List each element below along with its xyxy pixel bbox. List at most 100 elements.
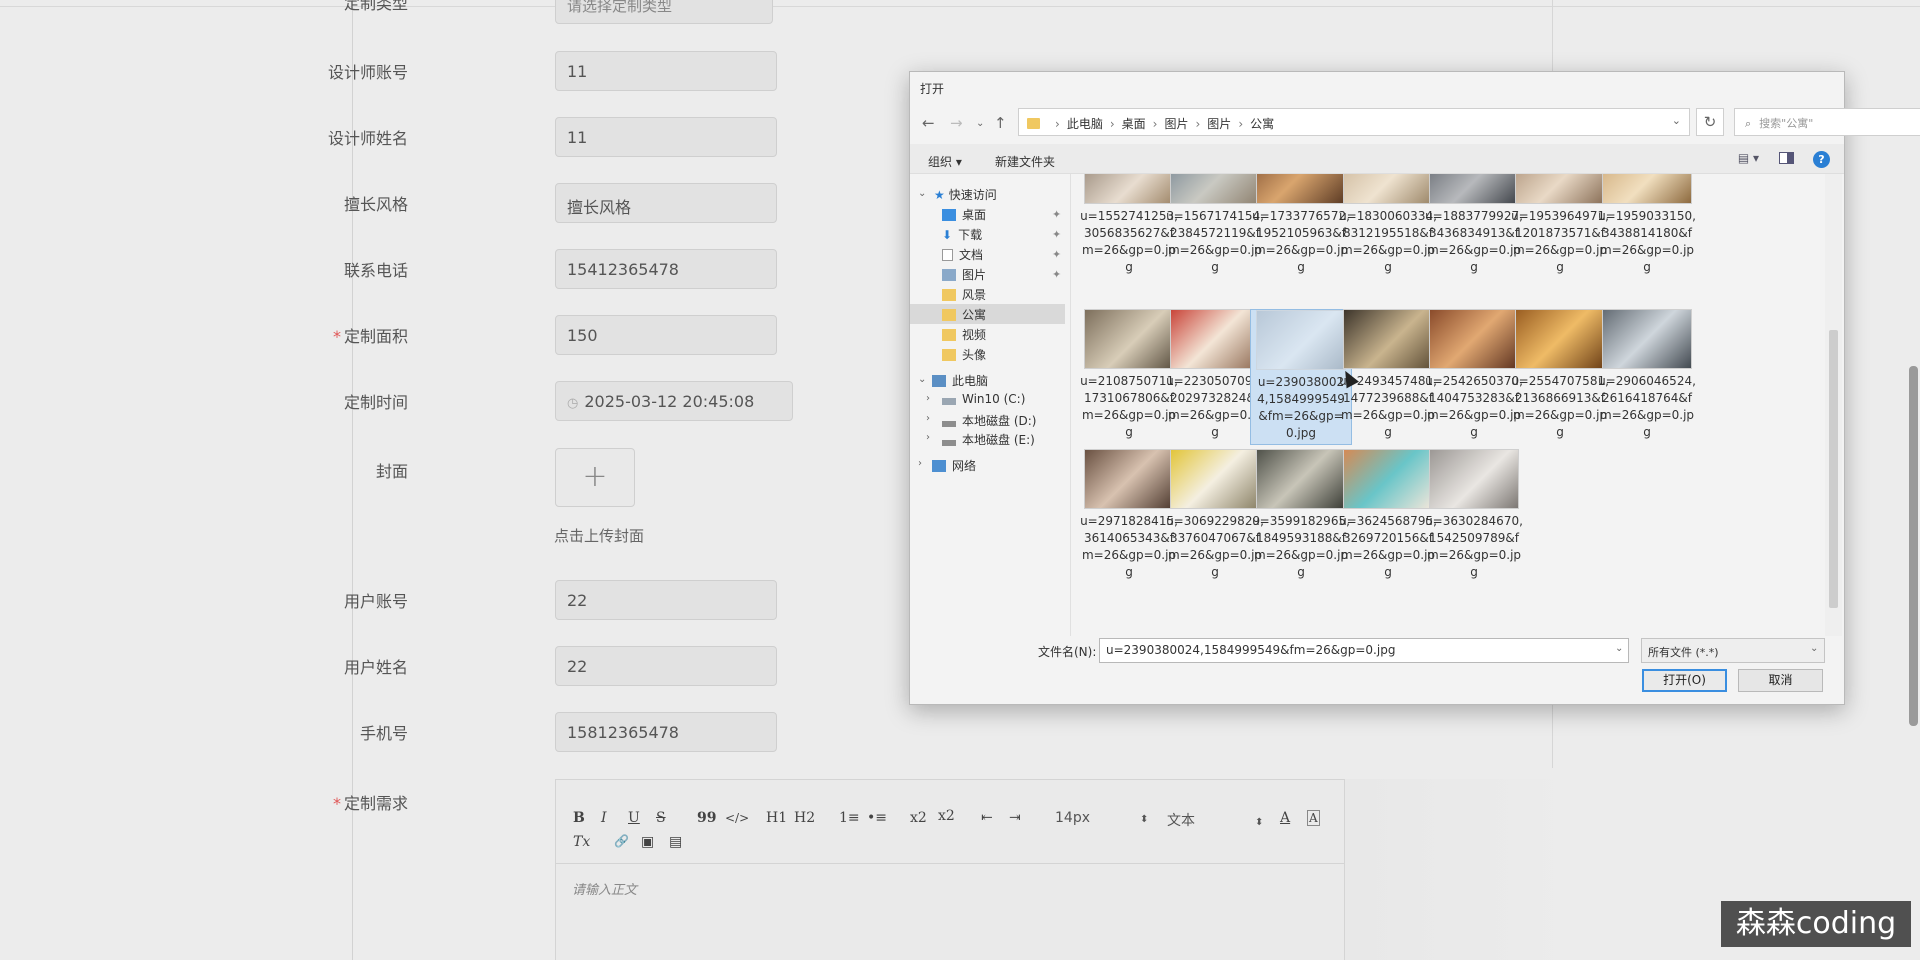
folder-icon bbox=[942, 329, 956, 341]
strike-button[interactable]: S bbox=[656, 810, 666, 826]
nav-item-label: 文档 bbox=[959, 248, 984, 262]
breadcrumb-item[interactable]: 此电脑 bbox=[1067, 117, 1103, 131]
phone-label: 联系电话 bbox=[343, 261, 408, 280]
breadcrumb-item[interactable]: 桌面 bbox=[1122, 117, 1146, 131]
link-button[interactable]: 🔗 bbox=[614, 834, 629, 848]
filetype-select[interactable]: 所有文件 (*.*) bbox=[1641, 638, 1825, 663]
font-select[interactable]: 文本 ⬍ bbox=[1167, 810, 1263, 830]
header2-button[interactable]: H2 bbox=[794, 810, 815, 826]
clock-icon: ◷ bbox=[567, 396, 579, 411]
preview-pane-icon[interactable] bbox=[1779, 152, 1794, 164]
nav-item-label: 本地磁盘 (E:) bbox=[962, 433, 1035, 447]
nav-item-scenery[interactable]: 风景 bbox=[942, 286, 986, 303]
chevron-down-icon[interactable]: ⌄ bbox=[1615, 643, 1623, 654]
refresh-icon[interactable]: ↻ bbox=[1696, 108, 1724, 136]
blockquote-button[interactable]: 99 bbox=[697, 810, 716, 826]
font-size-select[interactable]: 14px ⬍ bbox=[1055, 810, 1148, 826]
nav-item-avatar[interactable]: 头像 bbox=[942, 346, 986, 363]
editor-placeholder[interactable]: 请输入正文 bbox=[572, 879, 637, 898]
underline-button[interactable]: U bbox=[628, 810, 640, 826]
form-row-style: 擅长风格 擅长风格 bbox=[344, 183, 802, 223]
address-bar[interactable]: › 此电脑 › 桌面 › 图片 › 图片 › 公寓 ⌄ bbox=[1018, 108, 1690, 136]
bold-button[interactable]: B bbox=[573, 810, 585, 826]
nav-item-pictures[interactable]: 图片 bbox=[942, 266, 986, 283]
cover-upload-button[interactable]: + bbox=[555, 448, 635, 507]
breadcrumb-item[interactable]: 图片 bbox=[1207, 117, 1231, 131]
video-button[interactable]: ▤ bbox=[669, 834, 682, 850]
filename-input[interactable]: u=2390380024,1584999549&fm=26&gp=0.jpg bbox=[1099, 638, 1629, 663]
indent-button[interactable]: ⇥ bbox=[1009, 810, 1021, 826]
form-row-user-account: 用户账号 22 bbox=[344, 580, 802, 620]
nav-item-videos[interactable]: 视频 bbox=[942, 326, 986, 343]
breadcrumb-item[interactable]: 公寓 bbox=[1250, 117, 1274, 131]
organize-button[interactable]: 组织 ▾ bbox=[928, 153, 962, 170]
image-button[interactable]: ▣ bbox=[641, 834, 654, 850]
subscript-button[interactable]: x2 bbox=[910, 810, 927, 826]
view-options-icon[interactable]: ▤ ▾ bbox=[1738, 151, 1759, 165]
collapse-icon[interactable]: › bbox=[926, 432, 930, 443]
nav-item-drive-e[interactable]: 本地磁盘 (E:) bbox=[942, 431, 1035, 448]
nav-item-drive-d[interactable]: 本地磁盘 (D:) bbox=[942, 412, 1036, 429]
folder-icon bbox=[942, 289, 956, 301]
background-color-button[interactable]: A bbox=[1307, 810, 1320, 826]
nav-item-drive-c[interactable]: Win10 (C:) bbox=[942, 392, 1025, 406]
cover-upload-tip: 点击上传封面 bbox=[554, 527, 645, 545]
editor-overflow bbox=[1345, 779, 1585, 960]
breadcrumb-item[interactable]: 图片 bbox=[1164, 117, 1188, 131]
user-account-input[interactable]: 22 bbox=[555, 580, 777, 620]
open-button[interactable]: 打开(O) bbox=[1642, 669, 1727, 692]
mobile-input[interactable]: 15812365478 bbox=[555, 712, 777, 752]
ordered-list-button[interactable]: 1≡ bbox=[839, 810, 860, 826]
outdent-button[interactable]: ⇤ bbox=[981, 810, 993, 826]
area-label-text: 定制面积 bbox=[343, 327, 408, 346]
search-input[interactable]: ⌕ 搜索"公寓" bbox=[1734, 108, 1920, 136]
recent-dropdown-icon[interactable]: ⌄ bbox=[976, 118, 984, 129]
clear-format-button[interactable]: Tx bbox=[573, 834, 590, 850]
up-icon[interactable]: ↑ bbox=[994, 114, 1007, 132]
italic-button[interactable]: I bbox=[601, 810, 607, 826]
designer-name-input[interactable]: 11 bbox=[555, 117, 777, 157]
user-name-input[interactable]: 22 bbox=[555, 646, 777, 686]
type-select[interactable]: 请选择定制类型 bbox=[555, 0, 773, 24]
back-icon[interactable]: ← bbox=[922, 114, 935, 132]
file-item[interactable]: u=3630284670,1542509789&fm=26&gp=0.jpg bbox=[1423, 449, 1525, 585]
text-color-button[interactable]: A bbox=[1280, 810, 1290, 826]
collapse-icon[interactable]: › bbox=[926, 393, 930, 404]
file-item[interactable]: u=2906046524,2616418764&fm=26&gp=0.jpg bbox=[1596, 309, 1698, 445]
form-row-designer-account: 设计师账号 11 bbox=[328, 51, 802, 91]
code-block-button[interactable]: </> bbox=[725, 811, 749, 825]
nav-item-label: 视频 bbox=[962, 328, 987, 342]
nav-item-this-pc[interactable]: 此电脑 bbox=[932, 372, 988, 389]
nav-item-downloads[interactable]: ⬇ 下载 bbox=[942, 226, 982, 243]
header1-button[interactable]: H1 bbox=[766, 810, 787, 826]
collapse-icon[interactable]: › bbox=[926, 413, 930, 424]
expand-icon[interactable]: ⌄ bbox=[918, 188, 926, 199]
help-icon[interactable]: ? bbox=[1813, 151, 1830, 168]
command-bar: 组织 ▾ 新建文件夹 ▤ ▾ ? bbox=[910, 144, 1844, 174]
designer-account-input[interactable]: 11 bbox=[555, 51, 777, 91]
navigation-pane: ⌄ ★ 快速访问 桌面 ✦ ⬇ 下载 ✦ 文档 ✦ 图片 ✦ 风景 公寓 视频 头像… bbox=[910, 174, 1068, 636]
new-folder-button[interactable]: 新建文件夹 bbox=[995, 153, 1055, 170]
superscript-button[interactable]: x2 bbox=[938, 808, 955, 824]
page-scrollbar[interactable] bbox=[1909, 366, 1918, 726]
chevron-down-icon[interactable]: ⌄ bbox=[1810, 643, 1818, 654]
nav-item-network[interactable]: 网络 bbox=[932, 457, 976, 474]
forward-icon[interactable]: → bbox=[950, 114, 963, 132]
chevron-down-icon[interactable]: ⌄ bbox=[1672, 114, 1681, 127]
bullet-list-button[interactable]: •≡ bbox=[867, 810, 887, 826]
nav-item-apartment[interactable]: 公寓 bbox=[942, 306, 986, 323]
phone-input[interactable]: 15412365478 bbox=[555, 249, 777, 289]
image-thumbnail bbox=[1429, 449, 1519, 509]
nav-item-documents[interactable]: 文档 bbox=[942, 246, 983, 263]
scrollbar-thumb[interactable] bbox=[1829, 330, 1838, 608]
time-picker[interactable]: ◷ 2025-03-12 20:45:08 bbox=[555, 381, 793, 421]
nav-item-quick-access[interactable]: ★ 快速访问 bbox=[934, 186, 997, 203]
expand-icon[interactable]: ⌄ bbox=[918, 374, 926, 385]
nav-item-desktop[interactable]: 桌面 bbox=[942, 206, 986, 223]
file-item[interactable]: u=1959033150,3438814180&fm=26&gp=0.jpg bbox=[1596, 174, 1698, 274]
image-thumbnail bbox=[1602, 174, 1692, 204]
collapse-icon[interactable]: › bbox=[918, 458, 922, 469]
cancel-button[interactable]: 取消 bbox=[1738, 669, 1823, 692]
area-input[interactable]: 150 bbox=[555, 315, 777, 355]
style-input[interactable]: 擅长风格 bbox=[555, 183, 777, 223]
